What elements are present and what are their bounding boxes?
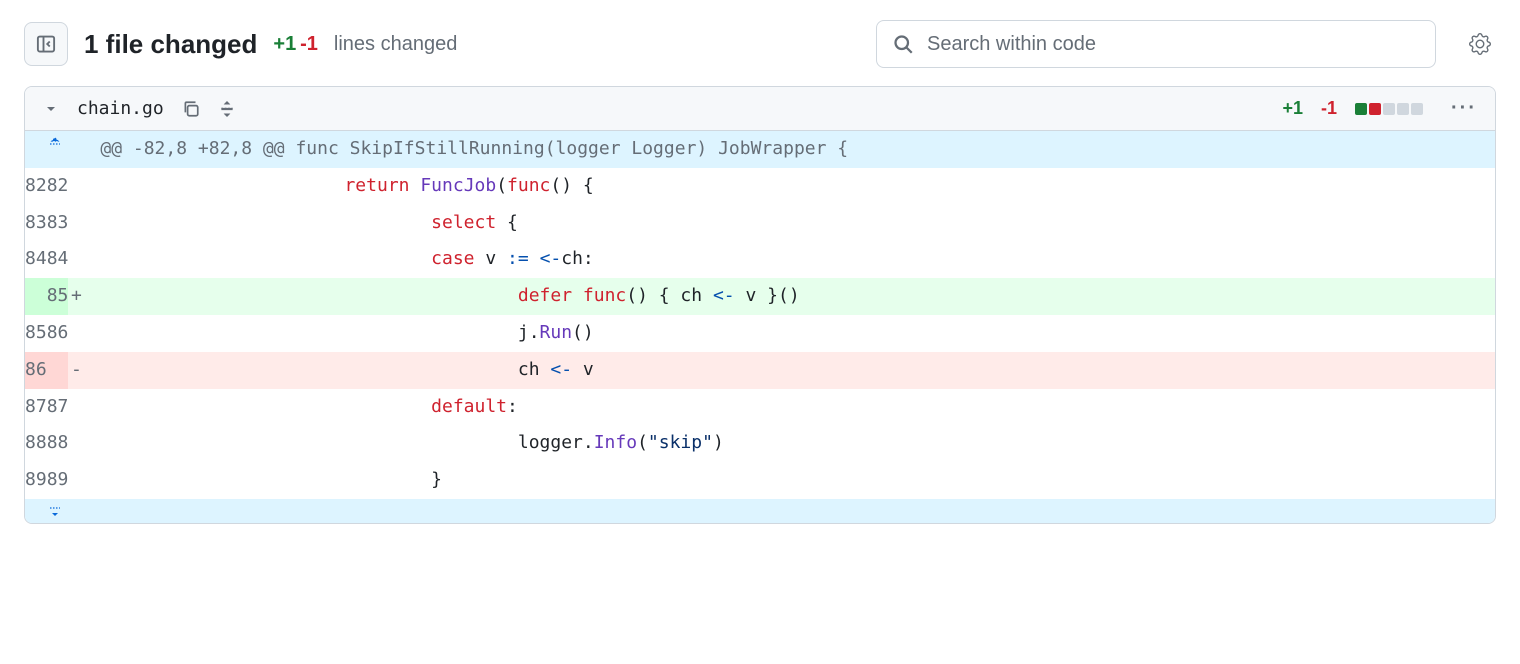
code-content: logger.Info("skip") [84, 425, 1495, 462]
diff-marker: - [68, 352, 84, 389]
kebab-icon: ··· [1451, 97, 1477, 119]
old-line-number: 86 [25, 352, 47, 389]
file-diff: chain.go +1 -1 ··· @@ -82,8 +82,8 @@ fun… [24, 86, 1496, 524]
old-line-number: 87 [25, 389, 47, 426]
old-line-number: 88 [25, 425, 47, 462]
hunk-header-row: @@ -82,8 +82,8 @@ func SkipIfStillRunnin… [25, 131, 1495, 168]
file-deletions: -1 [1321, 98, 1337, 119]
total-additions: +1 [273, 33, 296, 55]
new-line-number: 87 [47, 389, 69, 426]
chevron-down-icon [43, 101, 59, 117]
code-content: defer func() { ch <- v }() [84, 278, 1495, 315]
diff-line: 8282 return FuncJob(func() { [25, 168, 1495, 205]
old-line-number: 83 [25, 205, 47, 242]
diff-marker [68, 205, 84, 242]
new-line-number: 86 [47, 315, 69, 352]
new-line-number [47, 352, 69, 389]
new-line-number: 84 [47, 241, 69, 278]
expand-up-icon [47, 135, 63, 151]
new-line-number: 83 [47, 205, 69, 242]
file-name[interactable]: chain.go [77, 98, 164, 119]
file-menu-button[interactable]: ··· [1451, 97, 1477, 120]
code-content: select { [84, 205, 1495, 242]
diff-marker [68, 315, 84, 352]
diff-marker [68, 241, 84, 278]
diff-marker: + [68, 278, 84, 315]
diff-marker [68, 425, 84, 462]
total-deletions: -1 [300, 33, 318, 55]
diff-line: 85+ defer func() { ch <- v }() [25, 278, 1495, 315]
diff-settings-button[interactable] [1464, 28, 1496, 60]
diff-line: 8383 select { [25, 205, 1495, 242]
code-content: } [84, 462, 1495, 499]
code-search-box[interactable] [876, 20, 1436, 68]
new-line-number: 89 [47, 462, 69, 499]
old-line-number: 89 [25, 462, 47, 499]
search-input[interactable] [925, 32, 1419, 57]
old-line-number: 85 [25, 315, 47, 352]
expand-down-icon [47, 503, 63, 519]
files-changed-title: 1 file changed [84, 29, 257, 60]
gear-icon [1469, 33, 1491, 55]
diff-toolbar: 1 file changed +1 -1 lines changed [24, 20, 1496, 68]
code-content: return FuncJob(func() { [84, 168, 1495, 205]
diff-line: 8484 case v := <-ch: [25, 241, 1495, 278]
new-line-number: 85 [47, 278, 69, 315]
diff-line: 8586 j.Run() [25, 315, 1495, 352]
toggle-file-tree-button[interactable] [24, 22, 68, 66]
old-line-number: 84 [25, 241, 47, 278]
old-line-number: 82 [25, 168, 47, 205]
diff-marker [68, 389, 84, 426]
expand-up-button[interactable] [47, 131, 69, 168]
expand-down-button[interactable] [47, 499, 69, 523]
code-content: default: [84, 389, 1495, 426]
file-additions: +1 [1282, 98, 1303, 119]
expand-all-button[interactable] [218, 100, 236, 118]
diff-marker [68, 168, 84, 205]
file-diff-header: chain.go +1 -1 ··· [25, 87, 1495, 131]
copy-path-button[interactable] [182, 100, 200, 118]
diff-line: 8989 } [25, 462, 1495, 499]
new-line-number: 82 [47, 168, 69, 205]
expand-down-row [25, 499, 1495, 523]
copy-icon [182, 100, 200, 118]
diff-line: 86- ch <- v [25, 352, 1495, 389]
diff-line: 8888 logger.Info("skip") [25, 425, 1495, 462]
code-content: case v := <-ch: [84, 241, 1495, 278]
sidebar-collapse-icon [36, 34, 56, 54]
diffstat-blocks [1355, 103, 1423, 115]
search-icon [893, 34, 913, 54]
collapse-file-button[interactable] [43, 101, 59, 117]
diff-line: 8787 default: [25, 389, 1495, 426]
old-line-number [25, 278, 47, 315]
code-content: j.Run() [84, 315, 1495, 352]
unfold-icon [218, 100, 236, 118]
new-line-number: 88 [47, 425, 69, 462]
diff-marker [68, 462, 84, 499]
diff-table: @@ -82,8 +82,8 @@ func SkipIfStillRunnin… [25, 131, 1495, 523]
code-content: ch <- v [84, 352, 1495, 389]
hunk-header: @@ -82,8 +82,8 @@ func SkipIfStillRunnin… [84, 131, 1495, 168]
lines-changed-label: lines changed [334, 33, 457, 56]
